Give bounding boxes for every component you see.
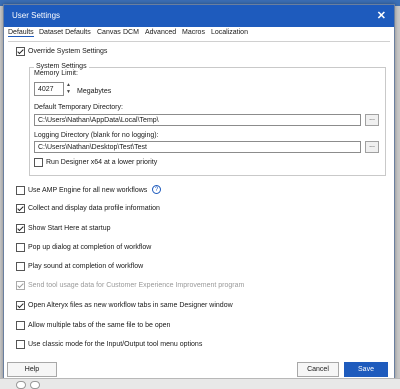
allow-multiple-tabs-checkbox[interactable] — [16, 321, 25, 330]
close-icon[interactable]: ✕ — [377, 9, 386, 22]
tab-divider — [8, 41, 390, 42]
tab-dataset-defaults[interactable]: Dataset Defaults — [39, 29, 91, 36]
send-tool-usage-label: Send tool usage data for Customer Experi… — [28, 282, 245, 289]
help-button[interactable]: Help — [7, 362, 57, 377]
allow-multiple-tabs-label: Allow multiple tabs of the same file to … — [28, 322, 171, 329]
spin-down-icon[interactable]: ▼ — [66, 89, 71, 95]
use-amp-engine-checkbox[interactable] — [16, 186, 25, 195]
save-button[interactable]: Save — [344, 362, 388, 377]
collect-data-profile-checkbox[interactable] — [16, 204, 25, 213]
temp-directory-label: Default Temporary Directory: — [34, 104, 123, 111]
temp-directory-browse-button[interactable]: ... — [365, 114, 379, 126]
system-settings-legend: System Settings — [34, 63, 89, 70]
memory-limit-spinner[interactable]: ▲ ▼ — [65, 82, 73, 96]
override-system-settings-label: Override System Settings — [28, 48, 108, 55]
show-start-here-checkbox[interactable] — [16, 224, 25, 233]
override-system-settings-checkbox[interactable] — [16, 47, 25, 56]
spin-up-icon[interactable]: ▲ — [66, 82, 71, 88]
logging-directory-label: Logging Directory (blank for no logging)… — [34, 132, 159, 139]
tab-defaults[interactable]: Defaults — [8, 29, 34, 37]
tab-canvas[interactable]: Canvas — [97, 29, 121, 36]
temp-directory-input[interactable]: C:\Users\Nathan\AppData\Local\Temp\ — [34, 114, 361, 126]
classic-mode-io-checkbox[interactable] — [16, 340, 25, 349]
memory-unit-label: Megabytes — [77, 88, 112, 95]
popup-dialog-completion-label: Pop up dialog at completion of workflow — [28, 244, 152, 251]
dialog-title: User Settings — [12, 11, 61, 20]
open-as-new-tabs-checkbox[interactable] — [16, 301, 25, 310]
cancel-button[interactable]: Cancel — [297, 362, 339, 377]
play-sound-completion-label: Play sound at completion of workflow — [28, 263, 144, 270]
logging-directory-input[interactable]: C:\Users\Nathan\Desktop\Test\Test — [34, 141, 361, 153]
open-as-new-tabs-label: Open Alteryx files as new workflow tabs … — [28, 302, 233, 309]
tab-macros[interactable]: Macros — [182, 29, 205, 36]
run-x64-lower-priority-label: Run Designer x64 at a lower priority — [46, 159, 158, 166]
classic-mode-io-label: Use classic mode for the Input/Output to… — [28, 341, 203, 348]
memory-limit-input[interactable]: 4027 — [34, 82, 64, 96]
tab-advanced[interactable]: Advanced — [145, 29, 176, 36]
play-sound-completion-checkbox[interactable] — [16, 262, 25, 271]
memory-limit-label: Memory Limit: — [34, 70, 78, 77]
tab-localization[interactable]: Localization — [211, 29, 248, 36]
user-settings-dialog: User Settings ✕ Defaults Dataset Default… — [3, 4, 395, 380]
collect-data-profile-label: Collect and display data profile informa… — [28, 205, 160, 212]
show-start-here-label: Show Start Here at startup — [28, 225, 111, 232]
popup-dialog-completion-checkbox[interactable] — [16, 243, 25, 252]
use-amp-engine-label: Use AMP Engine for all new workflows — [28, 187, 148, 194]
tab-dcm[interactable]: DCM — [123, 29, 139, 36]
help-circle-icon[interactable]: ? — [152, 185, 161, 194]
title-bar: User Settings ✕ — [4, 5, 394, 27]
send-tool-usage-checkbox — [16, 281, 25, 290]
run-x64-lower-priority-checkbox[interactable] — [34, 158, 43, 167]
background-app-statusbar — [0, 378, 400, 389]
logging-directory-browse-button[interactable]: ... — [365, 141, 379, 153]
